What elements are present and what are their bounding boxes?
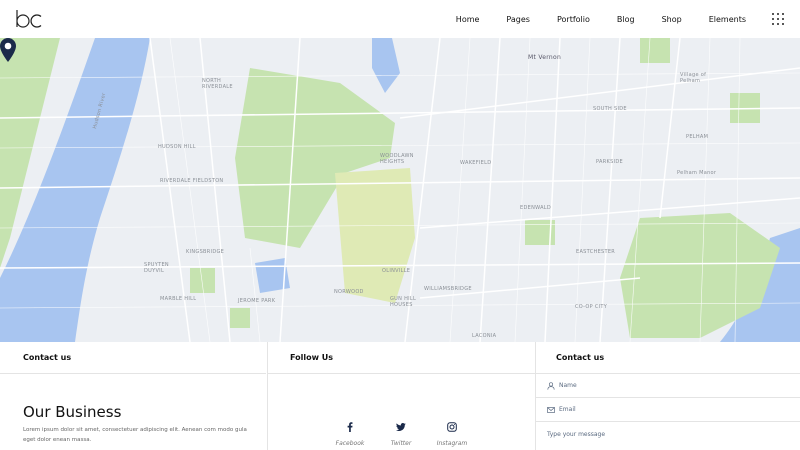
map-label: KINGSBRIDGE <box>186 249 225 255</box>
map-label: HUDSON HILL <box>158 144 196 150</box>
map-label: PARKSIDE <box>596 159 623 165</box>
footer-contact-column: Contact us Our Business Lorem ipsum dolo… <box>0 342 266 450</box>
map-label: Mt Vernon <box>528 54 562 61</box>
business-description: Lorem ipsum dolor sit amet, consectetuer… <box>23 427 247 443</box>
map-label: CO-OP CITY <box>575 304 608 310</box>
nav-pages[interactable]: Pages <box>506 15 530 24</box>
map-label: MARBLE HILL <box>160 296 197 302</box>
map-label: LACONIA <box>472 333 497 339</box>
map-label: Village of Pelham <box>680 72 707 84</box>
social-label: Facebook <box>335 440 365 447</box>
site-header: Home Pages Portfolio Blog Shop Elements <box>0 0 800 38</box>
map-label: JEROME PARK <box>238 298 276 304</box>
map-label: NORWOOD <box>334 289 364 295</box>
map-label: PELHAM <box>686 134 709 140</box>
map-label: WAKEFIELD <box>460 160 492 166</box>
message-field[interactable]: Type your message <box>535 422 800 446</box>
main-nav: Home Pages Portfolio Blog Shop Elements <box>429 0 746 38</box>
instagram-icon <box>447 422 457 432</box>
social-twitter[interactable]: Twitter <box>381 422 421 447</box>
nav-shop[interactable]: Shop <box>662 15 682 24</box>
facebook-icon <box>347 422 353 432</box>
map-label: SOUTH SIDE <box>593 106 627 112</box>
footer-follow-column: Follow Us Facebook Twitter Instagram <box>267 342 536 450</box>
grid-menu-icon[interactable] <box>772 13 784 25</box>
envelope-icon <box>547 406 555 413</box>
map-label: WILLIAMSBRIDGE <box>424 286 472 292</box>
footer-heading: Contact us <box>535 342 800 374</box>
map-label: OLINVILLE <box>382 268 411 274</box>
message-placeholder: Type your message <box>547 430 606 438</box>
email-field[interactable]: Email <box>535 398 800 422</box>
map-label: RIVERDALE FIELDSTON <box>160 178 224 184</box>
nav-home[interactable]: Home <box>456 15 480 24</box>
social-instagram[interactable]: Instagram <box>432 422 472 447</box>
map-label: EASTCHESTER <box>576 249 616 255</box>
map-label: Pelham Manor <box>677 170 717 176</box>
social-facebook[interactable]: Facebook <box>330 422 370 447</box>
map-label: WOODLAWN HEIGHTS <box>380 153 414 165</box>
footer-heading: Contact us <box>0 342 266 374</box>
social-label: Twitter <box>390 440 412 447</box>
map-label: EDENWALD <box>520 205 552 211</box>
social-label: Instagram <box>436 440 468 447</box>
map[interactable]: Mt Vernon NORTH RIVERDALE HUDSON HILL RI… <box>0 38 800 342</box>
twitter-icon <box>396 423 406 431</box>
footer: Contact us Our Business Lorem ipsum dolo… <box>0 342 800 450</box>
logo[interactable] <box>15 9 43 29</box>
nav-blog[interactable]: Blog <box>617 15 635 24</box>
location-pin-icon[interactable] <box>0 38 16 62</box>
user-icon <box>547 381 555 390</box>
map-label: SPUYTEN DUYVIL <box>144 262 169 274</box>
map-label: NORTH RIVERDALE <box>202 78 233 90</box>
name-field[interactable]: Name <box>535 374 800 398</box>
business-title: Our Business <box>23 403 122 421</box>
map-label: GUN HILL HOUSES <box>390 296 417 308</box>
footer-heading: Follow Us <box>268 342 535 374</box>
nav-portfolio[interactable]: Portfolio <box>557 15 590 24</box>
footer-form-column: Contact us Name Email Type your message <box>535 342 800 450</box>
nav-elements[interactable]: Elements <box>709 15 746 24</box>
name-placeholder: Name <box>559 382 577 389</box>
email-placeholder: Email <box>559 406 576 413</box>
